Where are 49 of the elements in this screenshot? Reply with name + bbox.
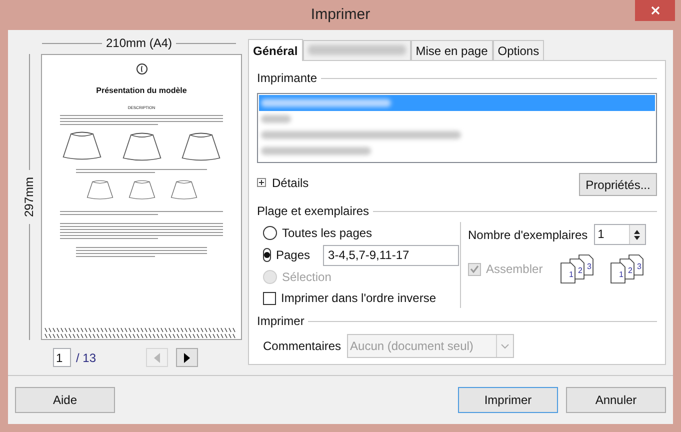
window-title: Imprimer [310, 4, 370, 25]
spin-down-icon [634, 236, 640, 240]
spin-up-icon [634, 230, 640, 234]
height-label: 297mm [21, 177, 37, 217]
next-page-button[interactable] [176, 348, 198, 367]
page-number: 3 [586, 262, 592, 271]
document-title: Présentation du modèle [96, 85, 187, 97]
radio-button[interactable] [263, 226, 277, 240]
page-number: 2 [578, 266, 582, 275]
checkbox-label: Imprimer dans l'ordre inverse [281, 290, 436, 307]
close-button[interactable] [635, 0, 675, 21]
right-arrow-icon [184, 352, 190, 362]
left-arrow-icon [154, 352, 160, 362]
page-number-field[interactable]: 1 [53, 348, 71, 367]
radio-label: Pages [276, 247, 310, 264]
dialog-button[interactable]: Aide [15, 387, 115, 413]
print-legend: Imprimer [257, 312, 304, 330]
dialog-button[interactable]: Imprimer [458, 387, 558, 413]
radio-button[interactable] [263, 248, 271, 262]
page-number: 2 [628, 266, 632, 275]
details-label: Détails [272, 174, 309, 192]
chevron-down-icon [501, 344, 510, 348]
radio-label: Sélection [282, 269, 332, 286]
tab[interactable] [302, 40, 411, 60]
tab[interactable]: Options [492, 40, 544, 60]
printer-item[interactable] [259, 95, 655, 111]
dialog-button[interactable]: Annuler [566, 387, 666, 413]
expand-icon[interactable] [257, 178, 266, 187]
copies-spinner[interactable]: 1 [594, 224, 646, 245]
tab[interactable]: Général [248, 39, 303, 61]
logo-icon [136, 63, 148, 75]
tab[interactable]: Mise en page [410, 40, 493, 60]
width-label: 210mm (A4) [106, 35, 172, 52]
properties-button[interactable]: Propriétés... [579, 173, 657, 196]
close-icon [650, 6, 660, 15]
pages-field[interactable]: 3-4,5,7-9,11-17 [323, 244, 460, 266]
radio-label: Toutes les pages [282, 225, 372, 242]
page-stack-icon [560, 254, 594, 284]
page-stack-icon [610, 254, 644, 284]
page-number: 3 [636, 262, 642, 271]
printer-legend: Imprimante [257, 69, 318, 87]
copies-label: Nombre d'exemplaires [468, 226, 588, 244]
checkbox[interactable] [263, 292, 276, 304]
range-legend: Plage et exemplaires [257, 202, 370, 220]
page-number: 1 [618, 270, 624, 279]
page-count: / 13 [76, 350, 96, 366]
checkbox-label: Assembler [486, 261, 543, 278]
comments-label: Commentaires [263, 338, 342, 355]
page-number: 1 [568, 270, 574, 279]
